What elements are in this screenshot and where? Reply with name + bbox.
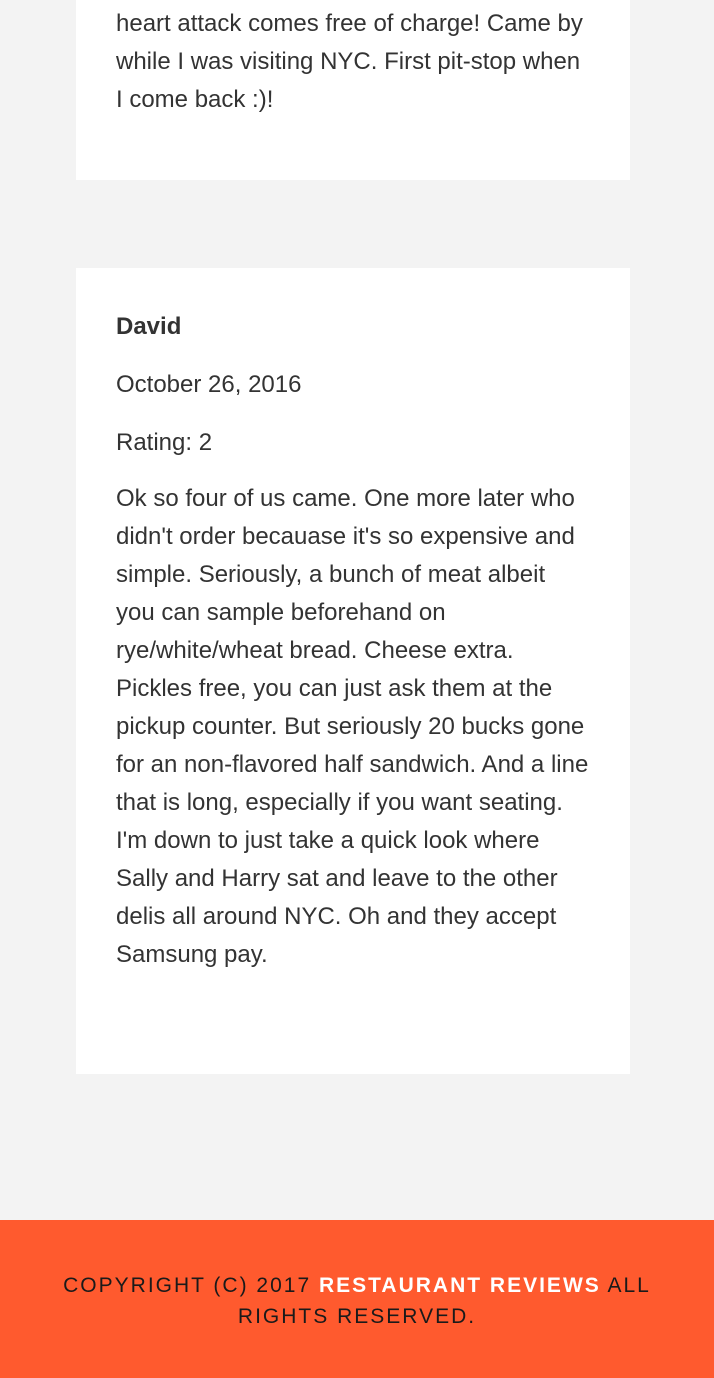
review-card: heart attack comes free of charge! Came … <box>76 0 630 180</box>
page: heart attack comes free of charge! Came … <box>0 0 714 1378</box>
review-rating: Rating: 2 <box>116 429 213 456</box>
review-comments: Ok so four of us came. One more later wh… <box>116 485 589 968</box>
reviewer-name: David <box>116 313 182 340</box>
footer: Copyright (c) 2017 Restaurant Reviews Al… <box>0 1220 714 1378</box>
review-date: October 26, 2016 <box>116 371 302 398</box>
copyright-text: Copyright (c) 2017 Restaurant Reviews Al… <box>0 1270 714 1332</box>
copyright-prefix: Copyright (c) 2017 <box>63 1274 312 1297</box>
restaurant-reviews-link[interactable]: Restaurant Reviews <box>319 1274 601 1297</box>
review-card: David October 26, 2016 Rating: 2 Ok so f… <box>76 268 630 1074</box>
review-comments: heart attack comes free of charge! Came … <box>116 10 583 113</box>
